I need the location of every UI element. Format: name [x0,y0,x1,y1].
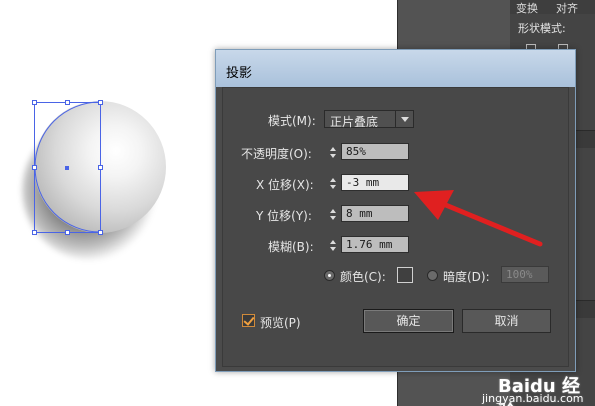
blur-label: 模糊(B): [268,240,314,254]
selection-handle[interactable] [98,230,103,235]
color-label: 颜色(C): [340,270,386,284]
selection-handle[interactable] [32,165,37,170]
chevron-down-icon [395,111,413,127]
darkness-label: 暗度(D): [443,270,490,284]
selection-handle[interactable] [65,230,70,235]
ok-button[interactable]: 确定 [363,309,454,333]
shape-mode-label: 形状模式: [518,22,566,35]
shadow-color-swatch[interactable] [397,267,413,283]
annotation-arrow [414,190,543,247]
selection-center-point [65,166,69,170]
darkness-field[interactable]: 100% [501,266,549,283]
x-offset-label: X 位移(X): [256,178,314,192]
mode-select[interactable]: 正片叠底 [324,110,414,129]
y-offset-label: Y 位移(Y): [256,209,312,223]
x-offset-field[interactable]: -3 mm [341,174,409,191]
dialog-titlebar[interactable]: 投影 [216,50,575,87]
selection-handle[interactable] [98,165,103,170]
tab-transform[interactable]: 变换 [516,0,538,16]
preview-checkbox[interactable] [242,314,255,327]
opacity-field[interactable]: 85% [341,143,409,160]
panel-tabs: 变换 对齐 [510,0,595,16]
selection-handle[interactable] [32,100,37,105]
watermark: Baidu 经验 jingyan.baidu.com [460,372,595,406]
mode-label: 模式(M): [268,114,316,128]
y-offset-stepper[interactable] [328,206,339,223]
color-radio[interactable] [324,270,335,281]
x-offset-stepper[interactable] [328,175,339,192]
selection-handle[interactable] [32,230,37,235]
tab-align[interactable]: 对齐 [556,0,578,16]
cancel-button[interactable]: 取消 [462,309,551,333]
y-offset-field[interactable]: 8 mm [341,205,409,222]
mode-select-value: 正片叠底 [330,115,379,129]
watermark-url: jingyan.baidu.com [482,392,584,405]
preview-label: 预览(P) [260,316,301,330]
selection-handle[interactable] [65,100,70,105]
dialog-title: 投影 [226,66,253,81]
blur-stepper[interactable] [328,237,339,254]
selection-handle[interactable] [98,100,103,105]
opacity-label: 不透明度(O): [241,147,312,161]
opacity-stepper[interactable] [328,144,339,161]
darkness-radio[interactable] [427,270,438,281]
blur-field[interactable]: 1.76 mm [341,236,409,253]
